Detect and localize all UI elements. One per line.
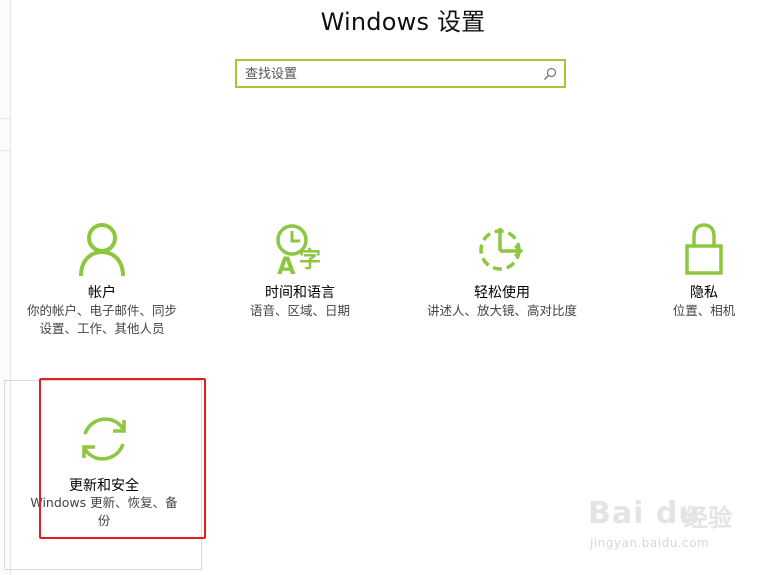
tile-privacy-label: 隐私: [690, 285, 718, 301]
tile-ease-of-access[interactable]: 轻松使用 讲述人、放大镜、高对比度: [412, 220, 592, 350]
ease-of-access-icon: [479, 228, 524, 271]
tile-accounts-desc-line1: 你的帐户、电子邮件、同步: [26, 303, 177, 318]
page-title: Windows 设置: [320, 8, 486, 36]
tile-time-language[interactable]: A 字 时间和语言 语音、区域、日期: [210, 220, 390, 350]
red-highlight-box: [39, 378, 206, 539]
tile-time-language-desc: 语音、区域、日期: [249, 303, 350, 318]
watermark-cn: 经验: [684, 504, 732, 532]
tile-ease-of-access-desc: 讲述人、放大镜、高对比度: [426, 303, 577, 318]
watermark-url: jingyan.baidu.com: [590, 536, 710, 550]
tile-ease-of-access-label: 轻松使用: [474, 285, 530, 301]
tile-accounts[interactable]: 帐户 你的帐户、电子邮件、同步 设置、工作、其他人员: [12, 220, 192, 350]
person-icon: [79, 223, 125, 277]
tile-privacy[interactable]: 隐私 位置、相机: [614, 220, 770, 350]
search-box[interactable]: [235, 59, 566, 88]
time-language-icon: A 字: [276, 224, 321, 278]
search-input[interactable]: [245, 65, 535, 83]
tile-time-language-label: 时间和语言: [265, 285, 335, 301]
tile-privacy-desc: 位置、相机: [672, 303, 736, 318]
svg-text:字: 字: [299, 247, 321, 273]
tile-accounts-label: 帐户: [88, 285, 116, 301]
search-icon[interactable]: [542, 66, 558, 82]
lock-icon: [685, 223, 723, 275]
baidu-watermark: Bai du 经验 jingyan.baidu.com: [588, 486, 764, 570]
svg-text:A: A: [277, 252, 296, 278]
tile-accounts-desc-line2: 设置、工作、其他人员: [39, 321, 165, 336]
